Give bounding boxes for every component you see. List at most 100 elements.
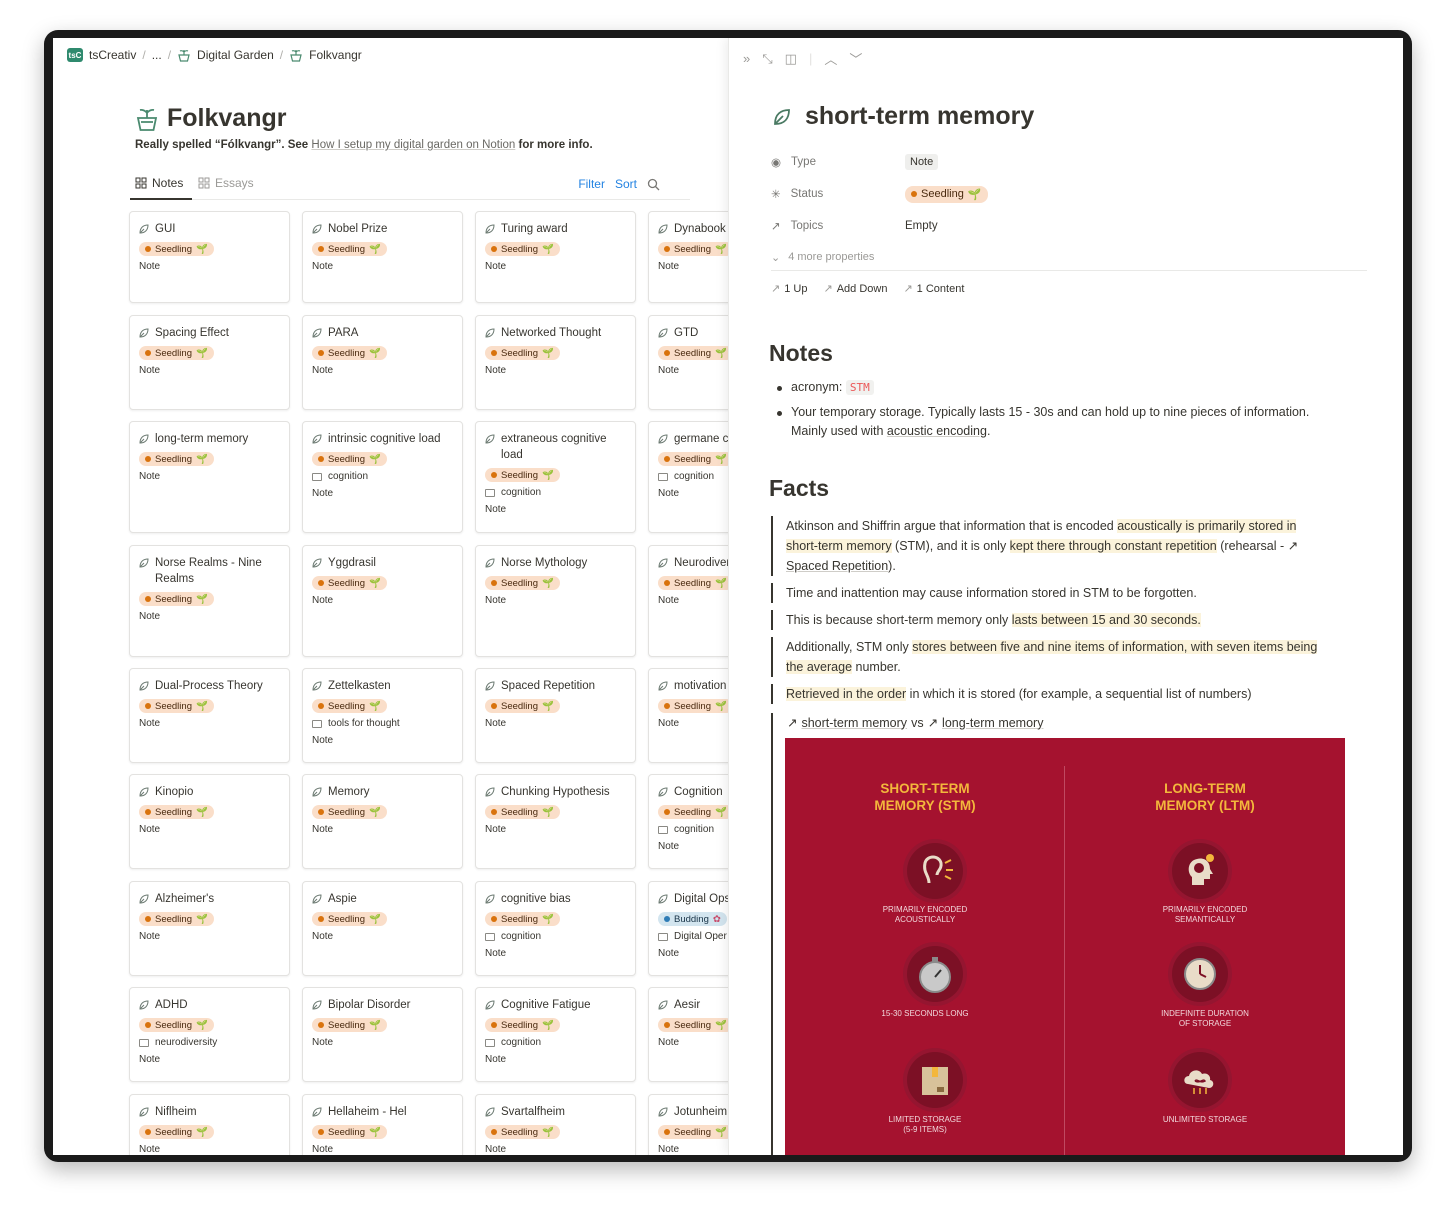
gallery-card[interactable]: PARA Seedling 🌱 Note [302,315,463,410]
seedling-icon: 🌱 [368,1019,381,1031]
relation-up[interactable]: ↗ 1 Up [771,282,807,295]
leaf-icon [485,1107,495,1117]
prop-topics[interactable]: ↗ Topics Empty [771,210,1367,242]
gallery-card[interactable]: ADHD Seedling 🌱 neurodiversity Note [129,987,290,1082]
chevron-up-icon[interactable]: ︿ [824,49,837,68]
budding-icon: ✿ [712,913,721,925]
card-title: extraneous cognitive load [485,431,626,463]
tab-essays[interactable]: Essays [198,176,254,190]
acoustic-encoding-link[interactable]: acoustic encoding [887,424,987,438]
gallery-card[interactable]: Aspie Seedling 🌱 Note [302,881,463,976]
gallery-card[interactable]: Cognitive Fatigue Seedling 🌱 cognition Note [475,987,636,1082]
stm-link[interactable]: short-term memory [801,716,907,730]
search-icon[interactable] [647,178,660,191]
prop-status[interactable]: ✳ Status Seedling 🌱 [771,178,1367,210]
expand-icon[interactable]: ⤡ [762,51,772,67]
type-value: Note [485,595,507,606]
card-title: Memory [312,784,453,800]
type-value: Note [312,931,334,942]
chevron-down-icon[interactable]: ﹀ [849,49,862,68]
gallery-card[interactable]: Kinopio Seedling 🌱 Note [129,774,290,869]
plant-pot-icon [178,50,190,62]
leaf-icon [658,328,668,338]
gallery-card[interactable]: Jotunheim Seedling 🌱 Note [648,1094,728,1155]
gallery-card[interactable]: motivation compensat Seedling🌱 Note [648,668,728,763]
prop-type[interactable]: ◉ Type Note [771,146,1367,178]
breadcrumb: tsC tsCreativ / ... / Digital Garden / F… [67,48,362,62]
quote: Time and inattention may cause informati… [771,583,1331,603]
breadcrumb-ellipsis[interactable]: ... [152,48,162,62]
breadcrumb-current[interactable]: Folkvangr [309,48,362,62]
breadcrumb-parent[interactable]: Digital Garden [197,48,274,62]
side-peek-icon[interactable]: ◫ [785,51,797,67]
gallery-card[interactable]: Yggdrasil Seedling 🌱 Note [302,545,463,657]
type-value: Note [139,824,161,835]
tab-notes[interactable]: Notes [135,176,183,190]
leaf-icon [312,224,322,234]
card-title: Turing award [485,221,626,237]
status-badge: Seedling 🌱 [139,912,214,926]
type-value: Note [658,1144,680,1155]
gallery-card[interactable]: Spacing Effect Seedling 🌱 Note [129,315,290,410]
gallery-card[interactable]: Bipolar Disorder Seedling 🌱 Note [302,987,463,1082]
gallery-card[interactable]: Networked Thought Seedling 🌱 Note [475,315,636,410]
card-title: Norse Realms - Nine Realms [139,555,280,587]
quote: Atkinson and Shiffrin argue that informa… [771,516,1331,576]
gallery-card[interactable]: extraneous cognitive load Seedling 🌱 cognit… [475,421,636,533]
type-value: Note [658,948,680,959]
gallery-card[interactable]: Nobel Prize Seedling 🌱 Note [302,211,463,303]
gallery-card[interactable]: Spaced Repetition Seedling 🌱 Note [475,668,636,763]
relation-down[interactable]: ↗ Add Down [823,282,887,295]
gallery-card[interactable]: Chunking Hypothesis Seedling 🌱 Note [475,774,636,869]
gallery-card[interactable]: Norse Realms - Nine Realms Seedling 🌱 Note [129,545,290,657]
gallery-card[interactable]: Svartalfheim Seedling 🌱 Note [475,1094,636,1155]
gallery-card[interactable]: Norse Mythology Seedling 🌱 Note [475,545,636,657]
gallery-card[interactable]: GTD Seedling 🌱 Note [648,315,728,410]
leaf-icon [139,558,149,568]
gallery-card[interactable]: Dynabook Seedling 🌱 Note [648,211,728,303]
leaf-icon [485,894,495,904]
gallery-card[interactable]: germane c Seedling 🌱 cognition Note [648,421,728,533]
breadcrumb-workspace[interactable]: tsCreativ [89,48,136,62]
stm-title: SHORT-TERM MEMORY (STM) [874,781,976,813]
setup-guide-link[interactable]: How I setup my digital garden on Notion [311,139,515,151]
gallery-card[interactable]: Digital Ops Budding ✿ Digital Oper Note [648,881,728,976]
arrow-up-right-icon: ↗ [771,283,781,295]
gallery-icon [135,177,147,189]
comparison-heading: ↗ short-term memory vs ↗ long-term memory [787,715,1044,731]
ltm-link[interactable]: long-term memory [942,716,1043,730]
seedling-icon: 🌱 [368,913,381,925]
filter-button[interactable]: Filter [578,177,605,191]
gallery-card[interactable]: Alzheimer's Seedling 🌱 Note [129,881,290,976]
arrow-up-right-icon: ↗ [903,283,913,295]
gallery-card[interactable]: Aesir Seedling 🌱 Note [648,987,728,1082]
gallery-card[interactable]: Hellaheim - Hel Seedling 🌱 Note [302,1094,463,1155]
seedling-icon: 🌱 [195,1126,208,1138]
gallery-card[interactable]: Zettelkasten Seedling 🌱 tools for thought No… [302,668,463,763]
gallery-card[interactable]: GUI Seedling 🌱 Note [129,211,290,303]
gallery-card[interactable]: Turing award Seedling 🌱 Note [475,211,636,303]
status-badge: Seedling 🌱 [485,242,560,256]
status-badge: Seedling 🌱 [485,912,560,926]
gallery-card[interactable]: cognitive bias Seedling 🌱 cognition Note [475,881,636,976]
status-badge: Seedling 🌱 [658,346,728,360]
gallery-card[interactable]: Niflheim Seedling 🌱 Note [129,1094,290,1155]
card-title: Nobel Prize [312,221,453,237]
gallery-card[interactable]: intrinsic cognitive load Seedling 🌱 cogniti… [302,421,463,533]
leaf-icon [485,1000,495,1010]
more-properties-toggle[interactable]: ⌄ 4 more properties [771,242,1367,272]
relation-content[interactable]: ↗ 1 Content [903,282,964,295]
gallery-card[interactable]: Cognition Seedling 🌱 cognition Note [648,774,728,869]
gallery-card[interactable]: Dual-Process Theory Seedling 🌱 Note [129,668,290,763]
sort-button[interactable]: Sort [615,177,637,191]
seedling-icon: 🌱 [195,700,208,712]
gallery-card[interactable]: Memory Seedling 🌱 Note [302,774,463,869]
status-badge: Seedling 🌱 [658,699,728,713]
gallery-card[interactable]: Neurodiver Seedling 🌱 Note [648,545,728,657]
status-badge: Seedling 🌱 [139,592,214,606]
gallery-card[interactable]: long-term memory Seedling 🌱 Note [129,421,290,533]
leaf-icon [658,894,668,904]
folder-icon [485,1038,495,1047]
close-peek-icon[interactable]: » [743,51,750,66]
spaced-repetition-link[interactable]: Spaced Repetition [786,559,888,573]
